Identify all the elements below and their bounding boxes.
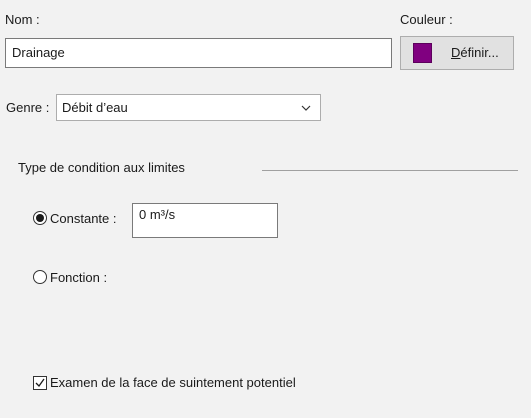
color-swatch [413, 43, 432, 63]
function-radio[interactable] [33, 270, 47, 284]
checkmark-icon [35, 378, 45, 388]
genre-selected-value: Débit d’eau [62, 100, 128, 115]
color-label: Couleur : [400, 12, 453, 27]
chevron-down-icon [301, 105, 311, 111]
seepage-label: Examen de la face de suintement potentie… [50, 375, 296, 390]
define-color-button[interactable]: Définir... [400, 36, 514, 70]
genre-label: Genre : [6, 100, 50, 115]
boundary-group-title: Type de condition aux limites [18, 160, 185, 175]
seepage-checkbox[interactable] [33, 376, 47, 390]
name-label: Nom : [5, 12, 40, 27]
function-label: Fonction : [50, 270, 108, 285]
constant-label: Constante : [50, 211, 117, 226]
name-input[interactable]: Drainage [5, 38, 392, 68]
constant-value-input[interactable]: 0 m³/s [132, 203, 278, 238]
genre-select[interactable]: Débit d’eau [56, 94, 321, 121]
constant-radio[interactable] [33, 211, 47, 225]
radio-selected-dot [36, 214, 44, 222]
define-color-button-label: Définir... [451, 45, 499, 60]
group-divider [262, 170, 518, 171]
